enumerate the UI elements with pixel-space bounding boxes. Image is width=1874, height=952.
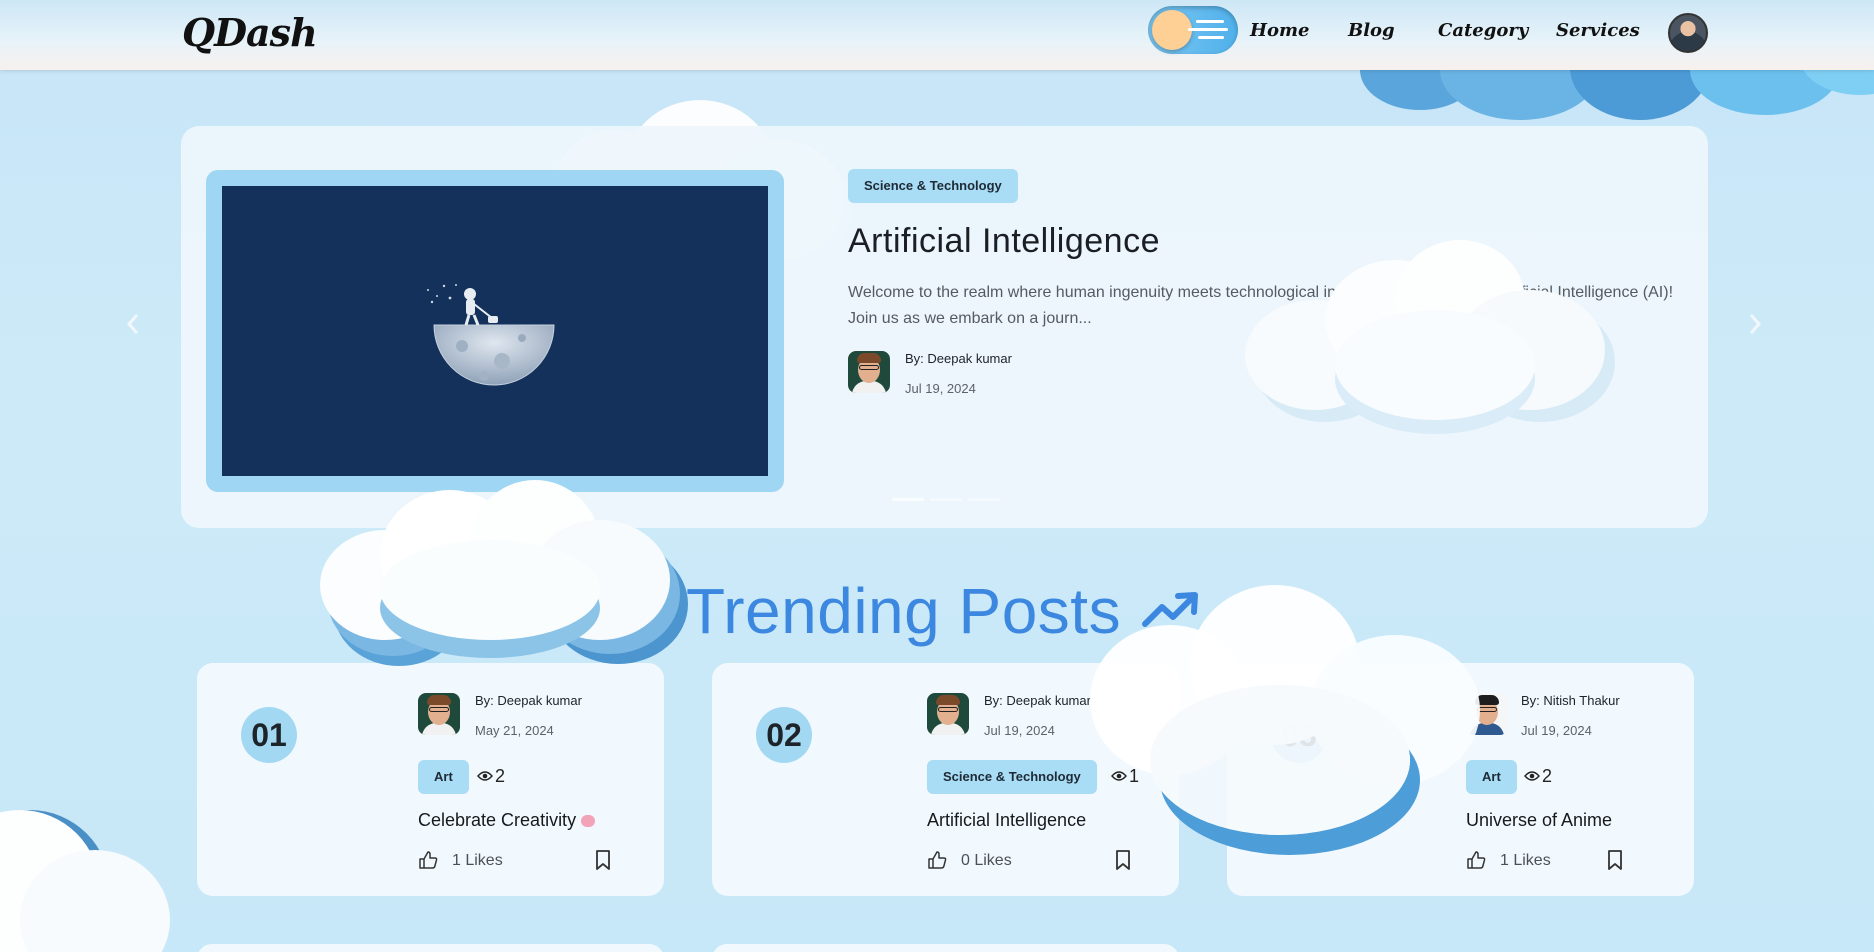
post-date: Jul 19, 2024: [905, 381, 976, 396]
category-badge[interactable]: Science & Technology: [927, 760, 1097, 794]
post-title[interactable]: Universe of Anime: [1466, 810, 1612, 831]
like-count: 0 Likes: [961, 852, 1012, 869]
user-avatar[interactable]: [1668, 13, 1708, 53]
trending-post-card[interactable]: 01 By: Deepak kumar May 21, 2024 Art 2 C…: [197, 663, 664, 896]
site-logo[interactable]: QDash: [182, 10, 318, 55]
author-avatar: [418, 693, 460, 735]
author-avatar: [1466, 693, 1508, 735]
author-name: By: Deepak kumar: [984, 693, 1091, 708]
bookmark-icon[interactable]: [595, 850, 611, 870]
featured-post-excerpt: Welcome to the realm where human ingenui…: [848, 284, 1674, 327]
post-date: Jul 19, 2024: [1521, 723, 1592, 738]
brain-icon: [581, 815, 596, 828]
top-navbar: QDash Home Blog Category Services: [0, 0, 1874, 70]
cloud-decoration: [0, 790, 220, 952]
eye-icon: [1524, 771, 1540, 781]
category-badge[interactable]: Science & Technology: [848, 169, 1018, 203]
eye-icon: [477, 771, 493, 781]
post-rank: 02: [756, 707, 812, 763]
like-icon[interactable]: [1466, 850, 1486, 870]
trending-up-icon: [1142, 592, 1198, 627]
astronaut-moon-illustration: [427, 284, 555, 386]
post-rank: 03: [1271, 707, 1327, 763]
sun-icon: [1152, 10, 1192, 50]
theme-toggle[interactable]: [1148, 6, 1238, 54]
streak-decoration: [1198, 36, 1224, 39]
streak-decoration: [1196, 20, 1224, 23]
author-avatar: [927, 693, 969, 735]
chevron-right-icon: [1749, 314, 1762, 334]
carousel-dot[interactable]: [892, 498, 924, 501]
trending-post-card[interactable]: 02 By: Deepak kumar Jul 19, 2024 Science…: [712, 663, 1179, 896]
post-title[interactable]: Artificial Intelligence: [927, 810, 1086, 831]
like-count: 1 Likes: [452, 852, 503, 869]
featured-post-title[interactable]: Artificial Intelligence: [848, 222, 1160, 261]
bookmark-icon[interactable]: [1115, 850, 1131, 870]
featured-image-frame: [206, 170, 784, 492]
author-name: By: Deepak kumar: [475, 693, 582, 708]
author-name: By: Nitish Thakur: [1521, 693, 1620, 708]
bookmark-icon[interactable]: [1607, 850, 1623, 870]
nav-services[interactable]: Services: [1556, 20, 1640, 41]
like-icon[interactable]: [418, 850, 438, 870]
post-title[interactable]: Celebrate Creativity: [418, 810, 596, 831]
nav-blog[interactable]: Blog: [1348, 20, 1395, 41]
nav-category[interactable]: Category: [1438, 20, 1528, 41]
streak-decoration: [1188, 28, 1228, 31]
view-count: 1: [1129, 766, 1140, 786]
trending-post-card[interactable]: [712, 944, 1179, 952]
carousel-next-button[interactable]: [1740, 312, 1770, 342]
view-count: 2: [495, 766, 506, 786]
featured-image[interactable]: [222, 186, 768, 476]
carousel-dot[interactable]: [968, 498, 1000, 501]
section-title: Trending Posts: [686, 575, 1122, 647]
like-icon[interactable]: [927, 850, 947, 870]
carousel-prev-button[interactable]: [118, 312, 148, 342]
post-rank: 01: [241, 707, 297, 763]
chevron-left-icon: [126, 314, 139, 334]
like-count: 1 Likes: [1500, 852, 1551, 869]
featured-post-card[interactable]: Science & Technology Artificial Intellig…: [181, 126, 1708, 528]
carousel-dot[interactable]: [930, 498, 962, 501]
post-date: Jul 19, 2024: [984, 723, 1055, 738]
trending-post-card[interactable]: [197, 944, 664, 952]
eye-icon: [1111, 771, 1127, 781]
category-badge[interactable]: Art: [1466, 760, 1517, 794]
author-avatar: [848, 351, 890, 393]
category-badge[interactable]: Art: [418, 760, 469, 794]
trending-post-card[interactable]: 03 By: Nitish Thakur Jul 19, 2024 Art 2 …: [1227, 663, 1694, 896]
nav-home[interactable]: Home: [1250, 20, 1310, 41]
post-date: May 21, 2024: [475, 723, 554, 738]
view-count: 2: [1542, 766, 1553, 786]
author-name: By: Deepak kumar: [905, 351, 1012, 366]
